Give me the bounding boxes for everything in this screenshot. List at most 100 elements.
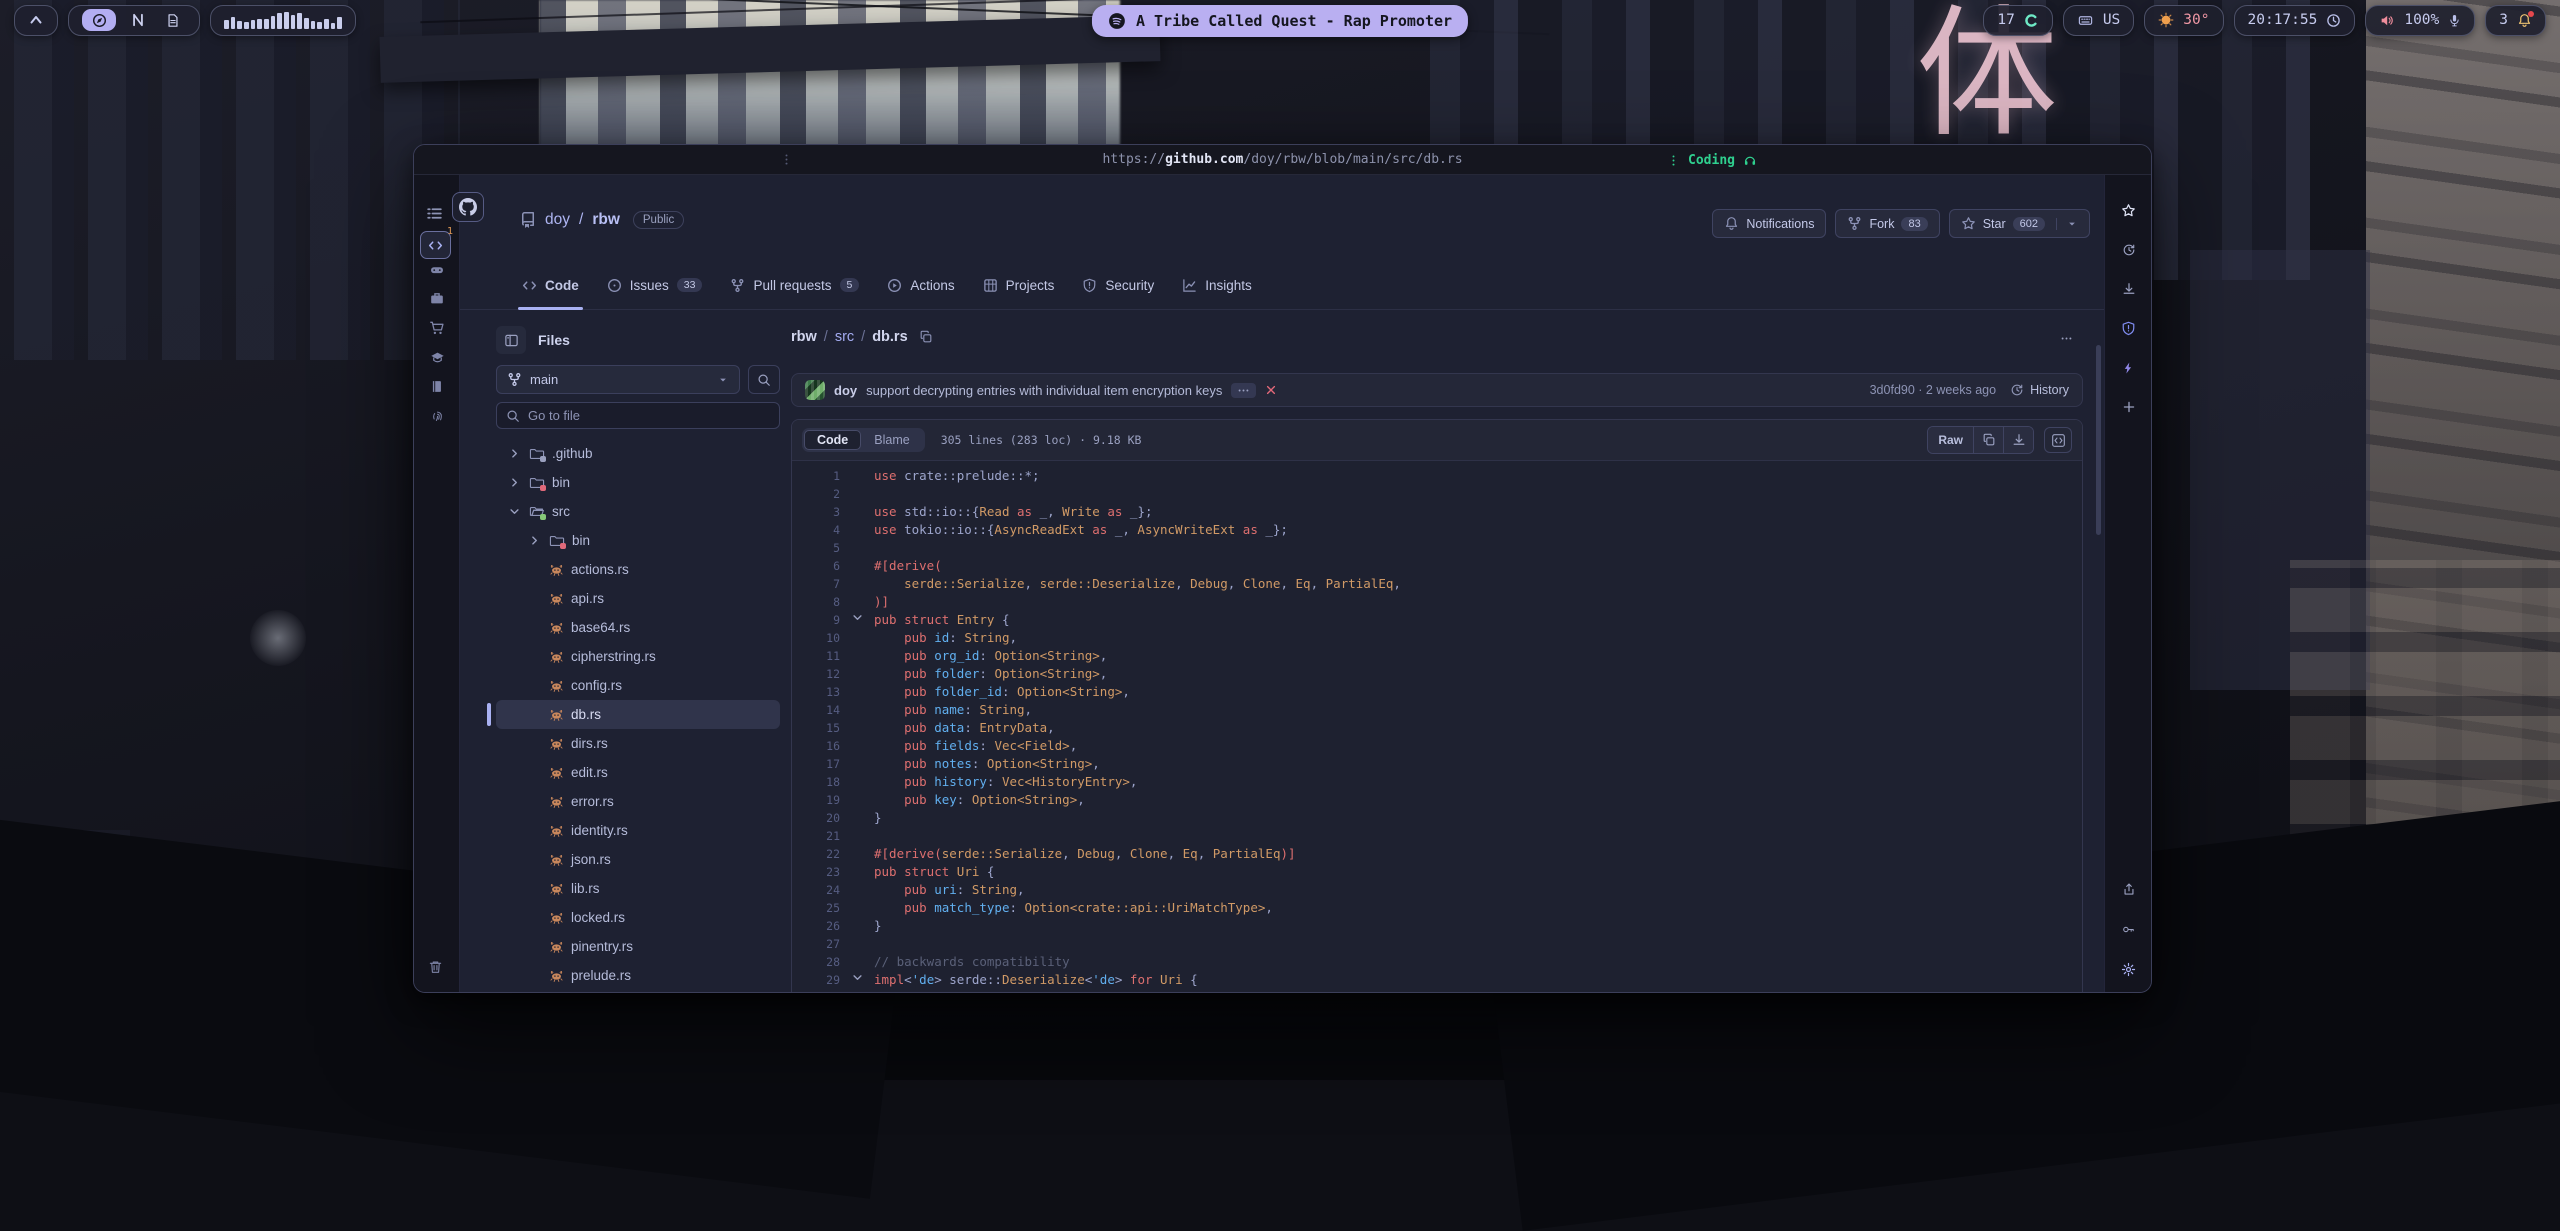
bolt-icon[interactable] <box>2122 361 2135 375</box>
code-line[interactable]: 15 pub data: EntryData, <box>792 719 2082 737</box>
code-line[interactable]: 16 pub fields: Vec<Field>, <box>792 737 2082 755</box>
commit-message[interactable]: support decrypting entries with individu… <box>866 383 1222 398</box>
caret-down-icon[interactable] <box>2056 218 2078 230</box>
tab-code[interactable]: Code <box>508 261 593 309</box>
kebab-icon[interactable] <box>1667 154 1680 167</box>
tab-security[interactable]: Security <box>1068 261 1168 309</box>
download-icon[interactable] <box>2122 282 2136 296</box>
page-scrollbar[interactable] <box>2096 345 2101 535</box>
ci-failed-icon[interactable] <box>1265 384 1277 396</box>
breadcrumb-rbw[interactable]: rbw <box>791 329 817 345</box>
raw-button[interactable]: Raw <box>1928 427 1973 453</box>
fork-button[interactable]: Fork83 <box>1835 209 1939 238</box>
chevron-right-icon[interactable] <box>526 534 542 547</box>
tree-item-lib.rs[interactable]: lib.rs <box>496 874 780 903</box>
code-line[interactable]: 5 <box>792 539 2082 557</box>
code-line[interactable]: 24 pub uri: String, <box>792 881 2082 899</box>
code-line[interactable]: 9pub struct Entry { <box>792 611 2082 629</box>
briefcase-icon[interactable] <box>429 291 445 306</box>
clock-widget[interactable]: 20:17:55 <box>2234 5 2356 36</box>
breadcrumb-src[interactable]: src <box>835 329 854 345</box>
kebab-icon[interactable] <box>780 153 793 166</box>
breadcrumb-db.rs[interactable]: db.rs <box>872 329 907 345</box>
copy-raw-button[interactable] <box>1973 427 2003 453</box>
repo-name-link[interactable]: rbw <box>592 211 620 229</box>
code-line[interactable]: 17 pub notes: Option<String>, <box>792 755 2082 773</box>
chevron-right-icon[interactable] <box>506 476 522 489</box>
tree-item-api.rs[interactable]: api.rs <box>496 584 780 613</box>
code-line[interactable]: 21 <box>792 827 2082 845</box>
weather-widget[interactable]: 30° <box>2144 5 2223 36</box>
trash-icon[interactable] <box>428 959 443 975</box>
code-line[interactable]: 14 pub name: String, <box>792 701 2082 719</box>
now-playing-widget[interactable]: A Tribe Called Quest - Rap Promoter <box>1092 5 1468 37</box>
code-line[interactable]: 6#[derive( <box>792 557 2082 575</box>
key-icon[interactable] <box>2121 923 2136 936</box>
tree-item-.github[interactable]: .github <box>496 439 780 468</box>
more-options-button[interactable] <box>2053 327 2079 349</box>
tree-item-db.rs[interactable]: db.rs <box>496 700 780 729</box>
commit-ellipsis-button[interactable] <box>1231 383 1256 398</box>
share-icon[interactable] <box>2122 882 2136 897</box>
blame-tab[interactable]: Blame <box>861 430 922 450</box>
plus-icon[interactable] <box>2122 400 2136 414</box>
notebook-icon[interactable] <box>430 379 444 394</box>
history-icon[interactable] <box>2122 243 2136 257</box>
code-line[interactable]: 29impl<'de> serde::Deserialize<'de> for … <box>792 971 2082 989</box>
volume-widget[interactable]: 100% <box>2365 5 2475 36</box>
tree-item-bin[interactable]: bin <box>496 526 780 555</box>
repo-owner-link[interactable]: doy <box>545 211 570 229</box>
star-icon[interactable] <box>2121 203 2136 218</box>
tree-item-src[interactable]: src <box>496 497 780 526</box>
chevron-down-icon[interactable] <box>506 505 522 518</box>
code-line[interactable]: 28// backwards compatibility <box>792 953 2082 971</box>
collapse-sidebar-button[interactable] <box>496 326 526 354</box>
notifications-widget[interactable]: 3 <box>2485 5 2546 36</box>
active-tab-github[interactable] <box>452 192 484 222</box>
tab-actions[interactable]: Actions <box>873 261 968 309</box>
dock-item-compass-icon[interactable] <box>82 9 116 31</box>
collapse-chevron-icon[interactable] <box>840 971 874 989</box>
notifications-button[interactable]: Notifications <box>1712 209 1826 238</box>
tree-item-pinentry.rs[interactable]: pinentry.rs <box>496 932 780 961</box>
code-line[interactable]: 13 pub folder_id: Option<String>, <box>792 683 2082 701</box>
commit-sha-time[interactable]: 3d0fd90 · 2 weeks ago <box>1870 383 1996 397</box>
dock-item-n-letter-icon[interactable] <box>125 9 151 31</box>
code-line[interactable]: 18 pub history: Vec<HistoryEntry>, <box>792 773 2082 791</box>
collapse-chevron-icon[interactable] <box>840 611 874 629</box>
code-tab[interactable]: Code <box>804 430 861 450</box>
launcher-button[interactable] <box>14 5 58 36</box>
tree-item-json.rs[interactable]: json.rs <box>496 845 780 874</box>
code-line[interactable]: 25 pub match_type: Option<crate::api::Ur… <box>792 899 2082 917</box>
fingerprint-icon[interactable] <box>430 408 445 423</box>
code-line[interactable]: 12 pub folder: Option<String>, <box>792 665 2082 683</box>
workspace-code-button[interactable]: 1 <box>420 231 451 259</box>
tree-item-error.rs[interactable]: error.rs <box>496 787 780 816</box>
code-line[interactable]: 26} <box>792 917 2082 935</box>
search-this-repo-button[interactable] <box>748 365 780 394</box>
tree-item-prelude.rs[interactable]: prelude.rs <box>496 961 780 990</box>
updates-widget[interactable]: 17 <box>1983 5 2052 36</box>
shield-icon[interactable] <box>2121 321 2136 336</box>
code-line[interactable]: 3use std::io::{Read as _, Write as _}; <box>792 503 2082 521</box>
avatar[interactable] <box>805 380 825 400</box>
tab-pull-requests[interactable]: Pull requests5 <box>716 261 873 309</box>
branch-selector[interactable]: main <box>496 365 740 394</box>
tree-item-edit.rs[interactable]: edit.rs <box>496 758 780 787</box>
tree-item-bin[interactable]: bin <box>496 468 780 497</box>
latest-commit-bar[interactable]: doy support decrypting entries with indi… <box>791 373 2083 407</box>
tree-item-identity.rs[interactable]: identity.rs <box>496 816 780 845</box>
code-line[interactable]: 11 pub org_id: Option<String>, <box>792 647 2082 665</box>
code-line[interactable]: 7 serde::Serialize, serde::Deserialize, … <box>792 575 2082 593</box>
audio-visualizer[interactable] <box>210 5 356 36</box>
tree-item-config.rs[interactable]: config.rs <box>496 671 780 700</box>
tree-item-base64.rs[interactable]: base64.rs <box>496 613 780 642</box>
tree-item-cipherstring.rs[interactable]: cipherstring.rs <box>496 642 780 671</box>
download-raw-button[interactable] <box>2003 427 2033 453</box>
go-to-file-input[interactable]: Go to file <box>496 402 780 429</box>
code-line[interactable]: 8)] <box>792 593 2082 611</box>
code-line[interactable]: 23pub struct Uri { <box>792 863 2082 881</box>
commit-author[interactable]: doy <box>834 383 857 398</box>
gamepad-icon[interactable] <box>428 263 446 277</box>
chevron-right-icon[interactable] <box>506 447 522 460</box>
